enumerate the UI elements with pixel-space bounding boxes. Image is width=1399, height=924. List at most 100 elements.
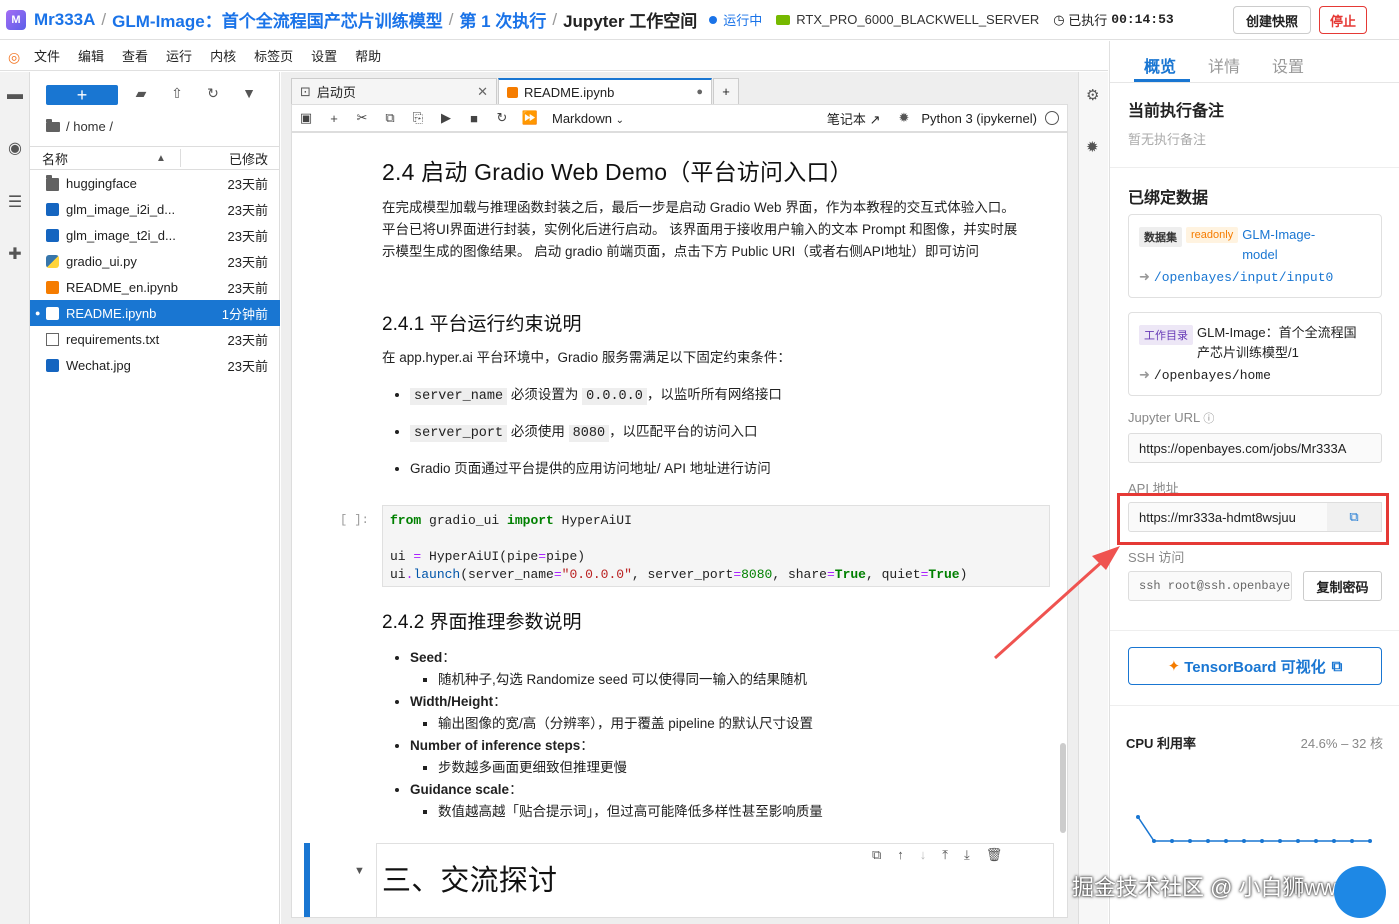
running-kernels-icon[interactable]: ◉	[5, 138, 25, 158]
tab-launcher[interactable]: ⊡ 启动页 ✕	[291, 78, 497, 104]
help-fab-button[interactable]	[1334, 866, 1386, 918]
cell-type-select[interactable]: Markdown ⌄	[552, 111, 624, 126]
property-inspector-icon[interactable]: ⚙	[1086, 86, 1099, 104]
scrollbar-thumb[interactable]	[1060, 743, 1066, 833]
stop-icon[interactable]: ■	[460, 111, 488, 126]
refresh-icon[interactable]: ↻	[204, 85, 222, 103]
breadcrumb-run[interactable]: 第 1 次执行	[459, 7, 546, 32]
breadcrumb[interactable]: / home /	[46, 118, 113, 134]
menu-settings[interactable]: 设置	[311, 46, 337, 65]
duplicate-icon[interactable]: ⧉	[872, 847, 881, 863]
active-tab-indicator	[1134, 79, 1190, 82]
path-label: / home /	[66, 119, 113, 134]
tab-label: 启动页	[316, 85, 356, 100]
note-title: 当前执行备注	[1128, 103, 1225, 120]
debugger-icon[interactable]: ✹	[1086, 138, 1099, 156]
create-snapshot-button[interactable]: 创建快照	[1233, 6, 1311, 34]
arrow-right-icon: ➜	[1139, 269, 1150, 284]
nvidia-icon	[776, 14, 791, 25]
folder-icon[interactable]: ▬	[5, 86, 25, 106]
unsaved-dot-icon[interactable]: ●	[696, 86, 703, 98]
file-row[interactable]: glm_image_i2i_d... 23天前	[30, 196, 280, 222]
menu-run[interactable]: 运行	[166, 46, 192, 65]
stop-button[interactable]: 停止	[1319, 6, 1367, 34]
workdir-card[interactable]: 工作目录 GLM-Image：首个全流程国产芯片训练模型/1 ➜/openbay…	[1128, 312, 1382, 396]
dataset-link[interactable]: GLM-Image-model	[1242, 225, 1334, 265]
run-all-icon[interactable]: ⏩	[516, 110, 544, 126]
cpu-value: 24.6% – 32 核	[1300, 736, 1383, 751]
add-cell-icon[interactable]: +	[320, 111, 348, 126]
ssh-field[interactable]: ssh root@ssh.openbayes	[1128, 571, 1292, 601]
code-cell[interactable]: from gradio_ui import HyperAiUI ui = Hyp…	[382, 505, 1050, 587]
breadcrumb-project[interactable]: GLM-Image：首个全流程国产芯片训练模型	[112, 7, 443, 32]
text-file-icon	[46, 332, 59, 346]
extensions-icon[interactable]: ✚	[5, 244, 25, 264]
new-launcher-button[interactable]: +	[46, 85, 118, 105]
list-item: server_name 必须设置为 0.0.0.0，以监听所有网络接口	[410, 383, 1022, 405]
menu-edit[interactable]: 编辑	[78, 46, 104, 65]
column-divider	[180, 149, 181, 167]
upload-icon[interactable]: ⇧	[168, 85, 186, 103]
file-row[interactable]: requirements.txt 23天前	[30, 326, 280, 352]
toc-icon[interactable]: ☰	[5, 192, 25, 212]
tab-readme[interactable]: README.ipynb ●	[498, 78, 712, 104]
column-modified[interactable]: 已修改	[229, 149, 268, 168]
info-icon[interactable]: ⓘ	[1203, 413, 1214, 425]
new-tab-button[interactable]: +	[713, 78, 739, 104]
list-item: Guidance scale：数值越高越「贴合提示词」，但过高可能降低多样性甚至…	[410, 779, 1022, 823]
insert-above-icon[interactable]: ⤒	[942, 847, 948, 863]
delete-icon[interactable]: 🗑	[986, 847, 1003, 863]
save-icon[interactable]: ▣	[292, 110, 320, 126]
inline-code: 8080	[568, 425, 610, 442]
active-cell-indicator	[304, 843, 310, 917]
file-row[interactable]: Wechat.jpg 23天前	[30, 352, 280, 378]
file-row[interactable]: gradio_ui.py 23天前	[30, 248, 280, 274]
file-browser: + ▰ ⇧ ↻ ▼ / home / 名称 ▲ 已修改 huggingface 2…	[30, 72, 280, 924]
menu-tabs[interactable]: 标签页	[254, 46, 293, 65]
tab-settings[interactable]: 设置	[1272, 53, 1304, 77]
tab-details[interactable]: 详情	[1208, 53, 1240, 77]
move-up-icon[interactable]: ↑	[897, 847, 904, 863]
restart-icon[interactable]: ↻	[488, 110, 516, 126]
workdir-path: /openbayes/home	[1153, 367, 1271, 383]
gpu-name: RTX_PRO_6000_BLACKWELL_SERVER	[796, 12, 1040, 27]
run-icon[interactable]: ▶	[432, 110, 460, 126]
list-text: ，以监听所有网络接口	[646, 387, 782, 402]
menu-view[interactable]: 查看	[122, 46, 148, 65]
move-down-icon[interactable]: ↓	[920, 847, 927, 863]
menu-kernel[interactable]: 内核	[210, 46, 236, 65]
status-label: 运行中	[723, 13, 763, 28]
file-row[interactable]: glm_image_t2i_d... 23天前	[30, 222, 280, 248]
chevron-down-icon: ⌄	[615, 114, 624, 126]
kernel-name[interactable]: Python 3 (ipykernel)	[921, 111, 1037, 126]
copy-icon[interactable]: ⧉	[376, 110, 404, 126]
file-row[interactable]: README_en.ipynb 23天前	[30, 274, 280, 300]
dataset-path[interactable]: /openbayes/input/input0	[1154, 270, 1333, 285]
close-icon[interactable]: ✕	[477, 84, 488, 100]
collapse-caret-icon[interactable]: ▼	[354, 865, 365, 877]
column-name[interactable]: 名称	[42, 149, 68, 168]
new-folder-icon[interactable]: ▰	[132, 85, 150, 103]
cut-icon[interactable]: ✂	[348, 110, 376, 126]
tensorboard-button[interactable]: ✦ TensorBoard 可视化 ⧉	[1128, 647, 1382, 685]
breadcrumb-user[interactable]: Mr333A	[34, 10, 95, 30]
cell-type-value: Markdown	[552, 110, 612, 126]
list-item: Number of inference steps：步数越多画面更细致但推理更慢	[410, 735, 1022, 779]
copy-password-button[interactable]: 复制密码	[1303, 571, 1382, 601]
insert-below-icon[interactable]: ⤓	[964, 847, 970, 863]
menu-file[interactable]: 文件	[34, 46, 60, 65]
openbayes-logo[interactable]: M	[6, 9, 26, 30]
paste-icon[interactable]: ⎘	[404, 110, 432, 126]
tab-overview[interactable]: 概览	[1144, 53, 1176, 77]
dataset-card[interactable]: 数据集 readonly GLM-Image-model ➜ /openbayes…	[1128, 214, 1382, 298]
menu-help[interactable]: 帮助	[355, 46, 381, 65]
file-name: gradio_ui.py	[66, 253, 137, 269]
debug-icon[interactable]: ✹	[898, 110, 909, 126]
file-row[interactable]: huggingface 23天前	[30, 170, 280, 196]
notebook-link[interactable]: 笔记本 ↗	[827, 109, 881, 128]
external-link-icon: ⧉	[1331, 657, 1343, 675]
file-row-selected[interactable]: ● README.ipynb 1分钟前	[30, 300, 280, 326]
jupyter-url-field[interactable]: https://openbayes.com/jobs/Mr333A	[1128, 433, 1382, 463]
filter-icon[interactable]: ▼	[240, 85, 258, 103]
file-name: huggingface	[66, 175, 137, 191]
